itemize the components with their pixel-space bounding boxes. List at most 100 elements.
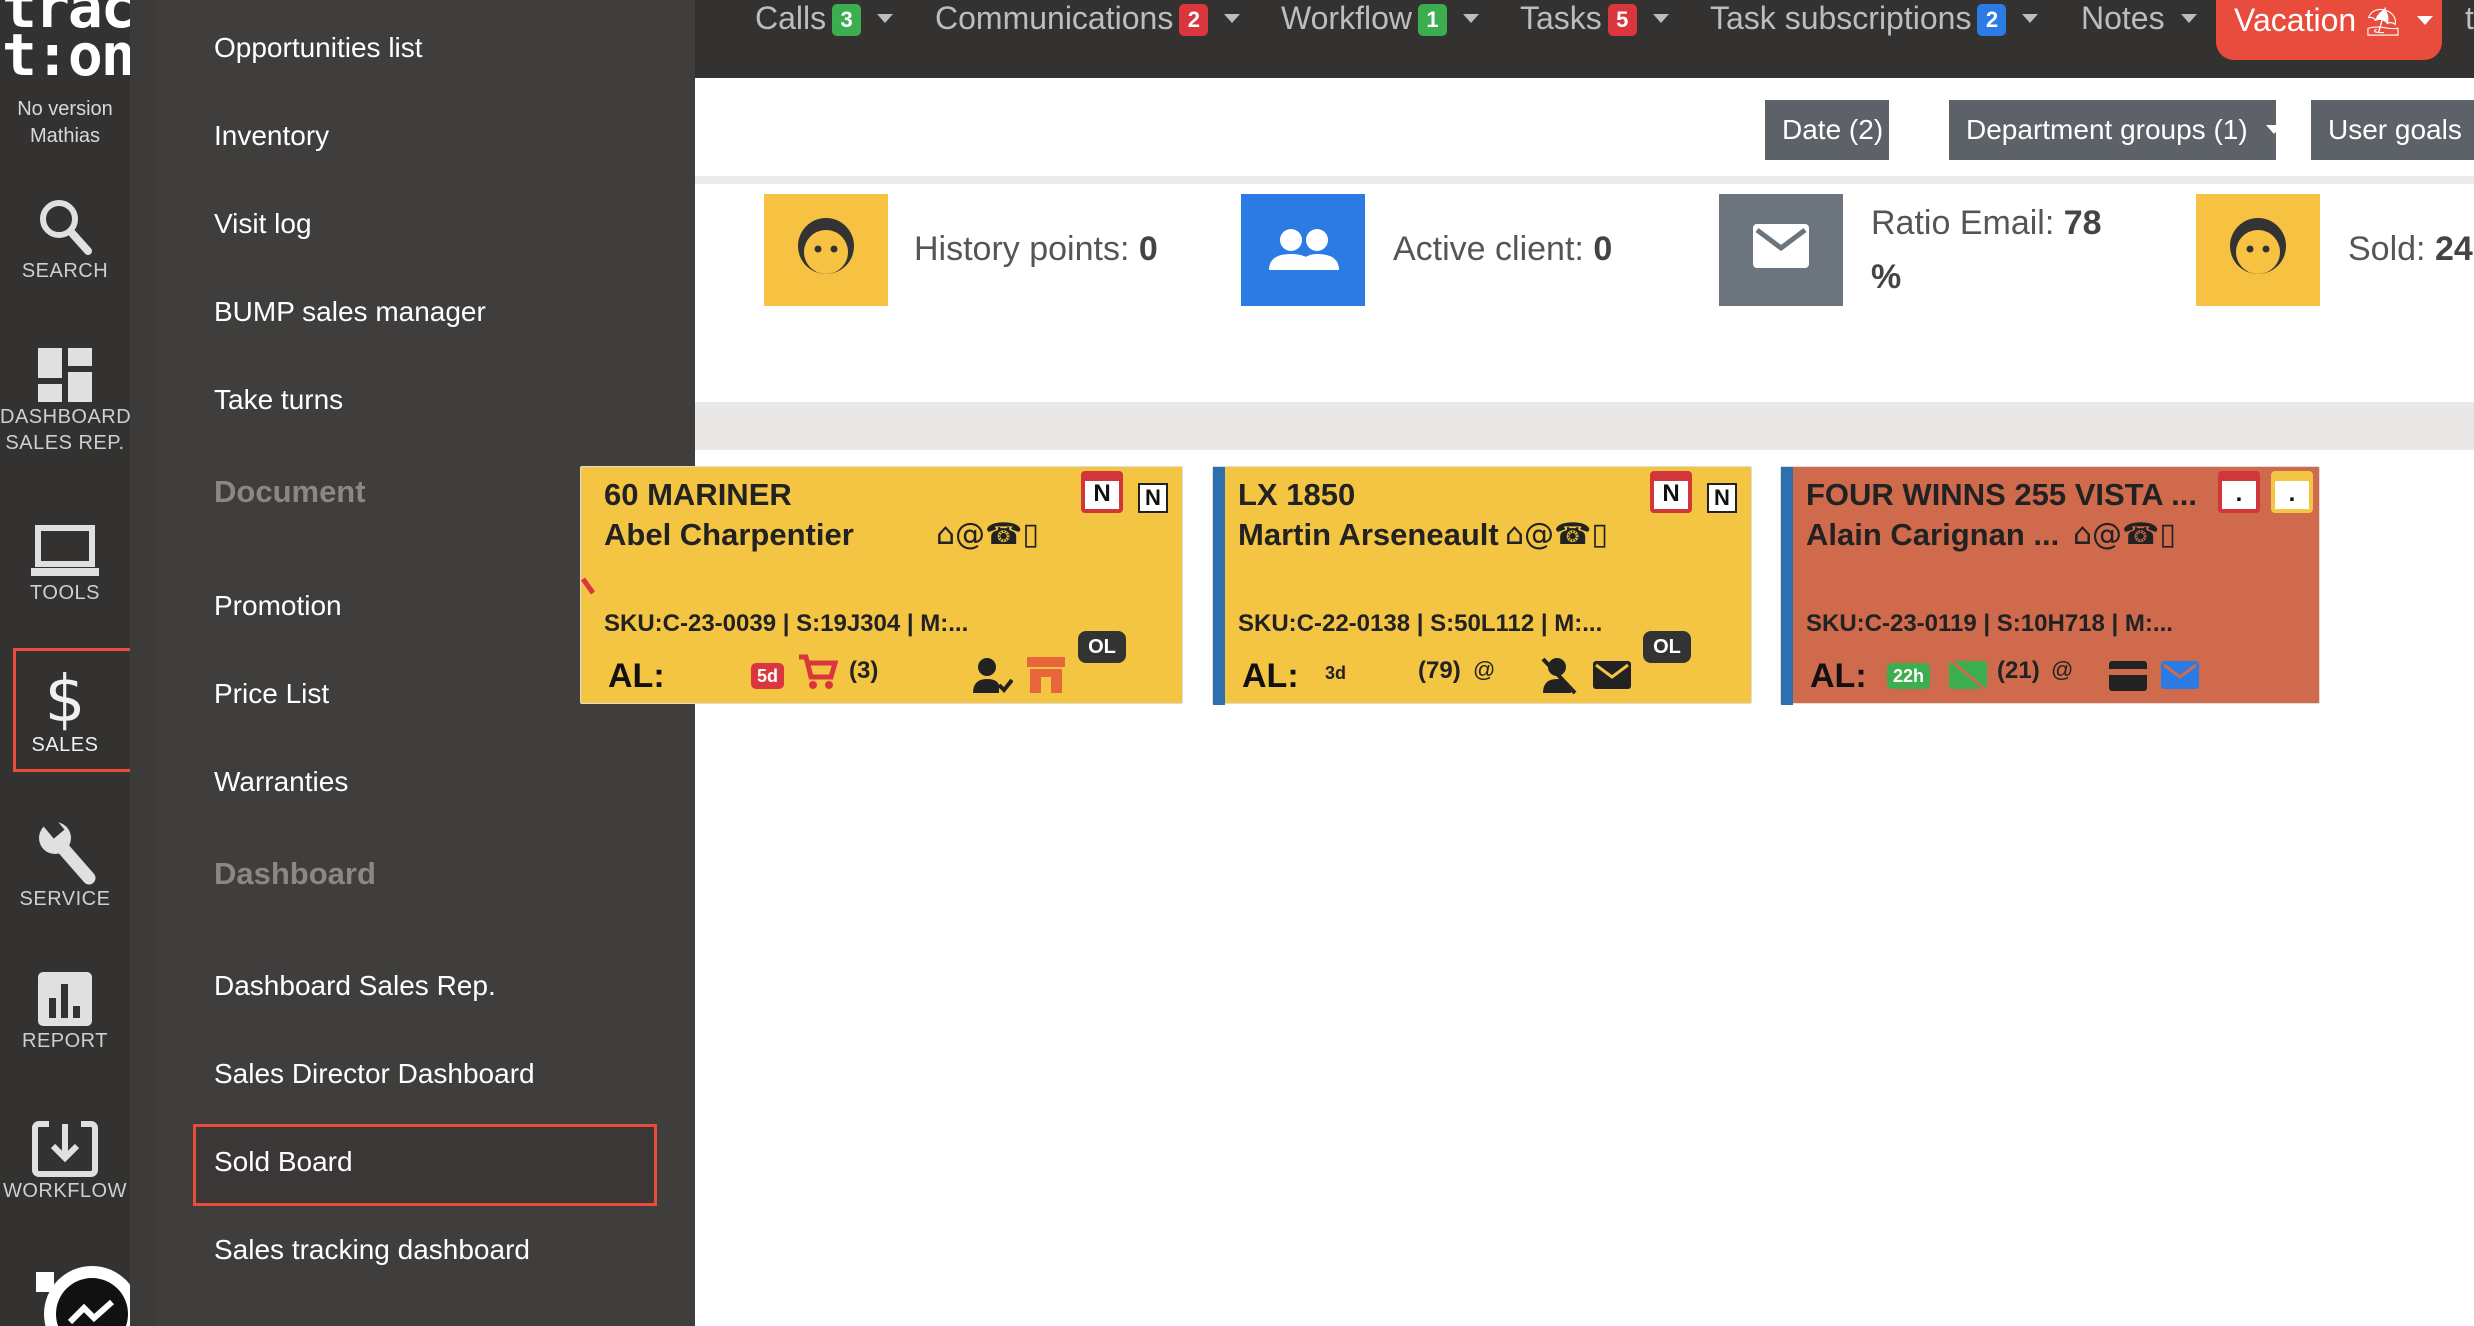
nav-task-subscriptions[interactable]: Task subscriptions 2 — [1710, 0, 2039, 42]
email-at-icon: @ — [2092, 517, 2123, 552]
face-icon — [2230, 218, 2286, 274]
rail-tools[interactable]: TOOLS — [0, 524, 130, 606]
nav-calls[interactable]: Calls 3 — [755, 0, 894, 42]
new-box-letter: N — [1714, 485, 1730, 510]
laptop-icon — [31, 525, 99, 576]
menu-item-warranties[interactable]: Warranties — [214, 766, 348, 798]
nav-calls-label: Calls — [755, 0, 827, 36]
menu-item-sales-director-dashboard[interactable]: Sales Director Dashboard — [214, 1058, 535, 1090]
mobile-icon: ▯ — [1591, 517, 1608, 552]
rail-search[interactable]: SEARCH — [0, 196, 130, 284]
rail-dashboard-label-2: SALES REP. — [5, 432, 125, 454]
menu-item-price-list[interactable]: Price List — [214, 678, 329, 710]
filter-date[interactable]: Date (2) — [1765, 100, 1918, 160]
menu-item-sold-board[interactable]: Sold Board — [214, 1146, 353, 1178]
card-sku: SKU:C-23-0039 | S:19J304 | M:... — [604, 610, 969, 637]
menu-section-document: Document — [214, 474, 366, 509]
dashboard-icon — [38, 348, 92, 402]
card-al-label: AL: — [1810, 657, 1867, 695]
menu-item-visit-log[interactable]: Visit log — [214, 208, 312, 240]
card-sku: SKU:C-22-0138 | S:50L112 | M:... — [1238, 610, 1603, 637]
history-points-value: 0 — [1138, 230, 1158, 268]
card-title: 60 MARINER — [604, 477, 792, 512]
nav-communications[interactable]: Communications 2 — [935, 0, 1241, 42]
user-check-icon — [973, 658, 1013, 693]
chevron-down-icon — [1462, 14, 1479, 23]
menu-item-dashboard-sales-rep[interactable]: Dashboard Sales Rep. — [214, 970, 496, 1002]
app-root: trac t:on No version Mathias SEARCH DASH… — [0, 0, 2474, 1326]
top-nav: Calls 3 Communications 2 Workflow 1 Tasks 5 … — [695, 0, 2474, 78]
age-text: 3d — [1325, 663, 1347, 683]
rail-workflow[interactable]: WORKFLOW — [0, 1120, 130, 1204]
wrench-icon — [39, 818, 96, 885]
face-icon — [798, 218, 854, 274]
card-count: (79) — [1418, 657, 1461, 684]
version-label: No version — [17, 98, 113, 120]
contact-icons: ⌂@☎▯ — [1505, 517, 1608, 552]
filter-department-groups[interactable]: Department groups (1) — [1949, 100, 2282, 160]
active-client-value: 0 — [1593, 230, 1613, 268]
card-client: Abel Charpentier — [604, 517, 854, 552]
calendar-pending-letter: . — [2288, 480, 2296, 507]
nav-vacation[interactable]: Vacation ⛱ — [2216, 0, 2442, 60]
menu-item-promotion[interactable]: Promotion — [214, 590, 342, 622]
red-mark-icon — [581, 577, 596, 595]
ratio-email-unit: % — [1871, 258, 1901, 297]
rail-report-label: REPORT — [22, 1030, 108, 1052]
card-count: (21) — [1997, 657, 2040, 684]
email-at-small-icon: @ — [1473, 657, 1496, 682]
history-points-tile — [764, 194, 888, 306]
calendar-pending-icon: . — [2271, 471, 2313, 513]
nav-workflow[interactable]: Workflow 1 — [1281, 0, 1479, 42]
calendar-new-icon: N — [1081, 471, 1123, 513]
home-icon: ⌂ — [1505, 517, 1525, 552]
users-icon — [1269, 229, 1339, 270]
nav-workflow-label: Workflow — [1281, 0, 1412, 36]
menu-section-dashboard: Dashboard — [214, 856, 376, 891]
filter-date-label: Date (2) — [1782, 114, 1884, 145]
calendar-new-icon: N — [1650, 471, 1692, 513]
ol-badge: OL — [1643, 631, 1691, 663]
history-points-label: History points: — [914, 230, 1130, 268]
sold-card[interactable]: 60 MARINER Abel Charpentier ⌂@☎▯ N N SKU… — [580, 466, 1183, 704]
contact-icons: ⌂@☎▯ — [2073, 517, 2176, 552]
filter-divider — [695, 176, 2474, 184]
menu-item-inventory[interactable]: Inventory — [214, 120, 329, 152]
cart-icon — [799, 654, 839, 689]
chevron-down-icon — [2180, 14, 2197, 23]
new-box-letter: N — [1145, 485, 1161, 510]
calendar-icon: . — [2218, 471, 2260, 513]
menu-item-sales-tracking-dashboard[interactable]: Sales tracking dashboard — [214, 1234, 530, 1266]
menu-item-opportunities-list[interactable]: Opportunities list — [214, 32, 423, 64]
nav-tasks-label: Tasks — [1520, 0, 1602, 36]
credit-card-icon — [2109, 661, 2147, 691]
ratio-email-tile — [1719, 194, 1843, 306]
sold-card[interactable]: FOUR WINNS 255 VISTA ... Alain Carignan … — [1780, 466, 2320, 705]
ratio-email-stat: Ratio Email: 78 — [1871, 204, 2102, 243]
card-strip — [1213, 467, 1225, 705]
bar-chart-icon — [38, 972, 92, 1026]
nav-vacation-label: Vacation — [2234, 2, 2357, 38]
menu-item-bump-sales-manager[interactable]: BUMP sales manager — [214, 296, 486, 328]
rail-service[interactable]: SERVICE — [0, 818, 130, 912]
sales-highlight-box — [13, 648, 136, 772]
menu-item-take-turns[interactable]: Take turns — [214, 384, 343, 416]
rail-report[interactable]: REPORT — [0, 970, 130, 1054]
rail-dashboard[interactable]: DASHBOARD SALES REP. — [0, 346, 132, 456]
store-icon — [1027, 657, 1065, 693]
user-slash-icon — [1541, 657, 1577, 695]
nav-tasks[interactable]: Tasks 5 — [1520, 0, 1669, 42]
nav-task-subscriptions-label: Task subscriptions — [1710, 0, 1972, 36]
chevron-down-icon — [1901, 125, 1918, 134]
rail-workflow-label: WORKFLOW — [3, 1180, 127, 1202]
logo-wordmark-line2: t:on — [2, 21, 136, 89]
board-header-band — [695, 402, 2474, 450]
sold-tile — [2196, 194, 2320, 306]
nav-overflow-item[interactable]: t — [2465, 0, 2474, 42]
sold-card[interactable]: LX 1850 Martin Arseneault ⌂@☎▯ N N SKU:C… — [1212, 466, 1752, 705]
rail-dashboard-label-1: DASHBOARD — [0, 406, 132, 428]
nav-communications-badge: 2 — [1179, 4, 1209, 36]
nav-notes[interactable]: Notes — [2081, 0, 2197, 42]
filter-user-goals[interactable]: User goals — [2311, 100, 2474, 160]
rail-service-label: SERVICE — [19, 888, 111, 910]
